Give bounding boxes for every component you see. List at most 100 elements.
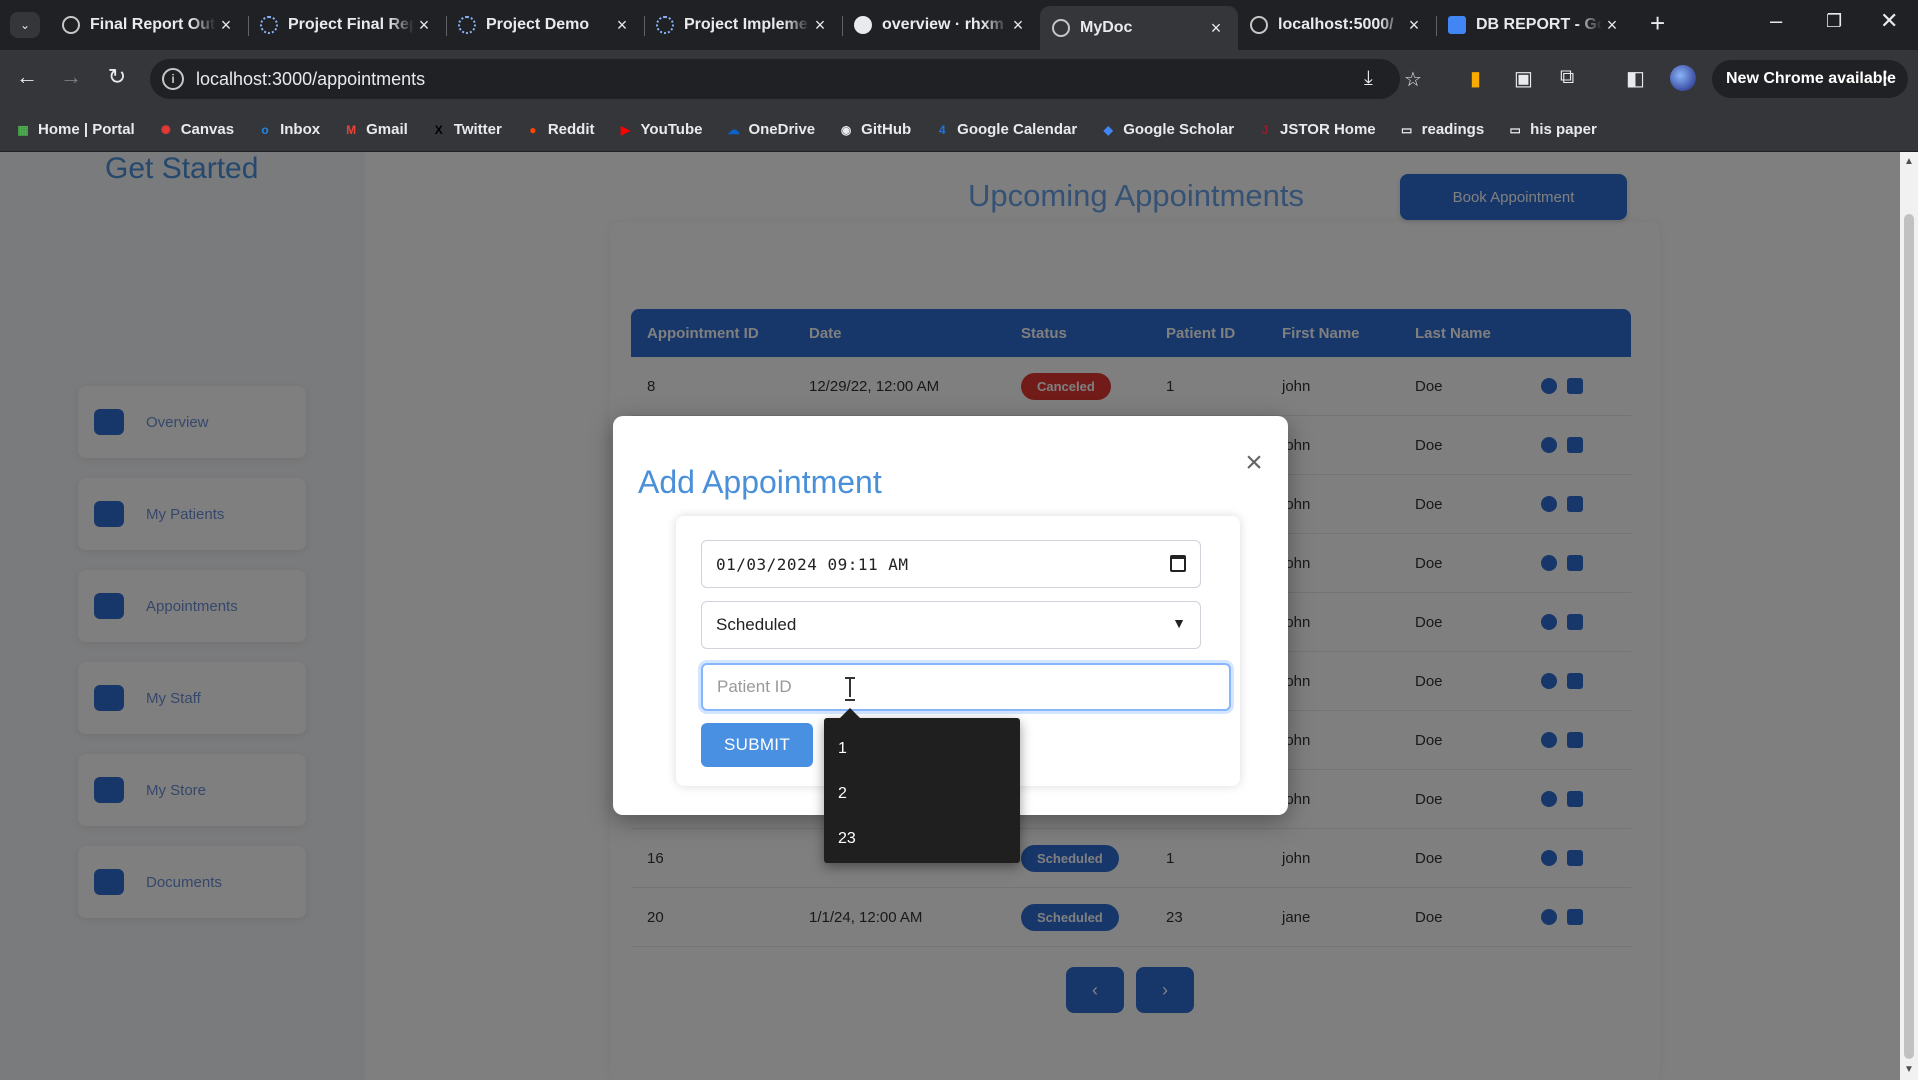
status-select[interactable]: Scheduled ▼ bbox=[701, 601, 1201, 649]
extensions-puzzle-icon[interactable]: ⧉ bbox=[1560, 66, 1574, 89]
bookmark-label: Gmail bbox=[366, 121, 408, 138]
globe-icon bbox=[1250, 16, 1268, 34]
portal-icon: ▦ bbox=[17, 122, 29, 137]
close-icon[interactable]: × bbox=[1241, 448, 1267, 478]
media-icon[interactable]: ▣ bbox=[1514, 66, 1533, 91]
text-cursor-icon bbox=[845, 677, 855, 701]
close-icon[interactable]: × bbox=[1206, 18, 1226, 39]
bookmark-item[interactable]: X Twitter bbox=[430, 121, 502, 139]
bookmark-label: JSTOR Home bbox=[1280, 121, 1376, 138]
bookmark-item[interactable]: ▭ readings bbox=[1398, 121, 1485, 139]
youtube-icon: ▶ bbox=[620, 122, 631, 137]
bookmark-item[interactable]: ✺ Canvas bbox=[157, 121, 234, 139]
bookmark-item[interactable]: 4 Google Calendar bbox=[933, 121, 1077, 139]
browser-tab[interactable]: DB REPORT - Go × bbox=[1436, 6, 1634, 44]
patient-id-suggestions: 1 2 23 bbox=[824, 708, 1020, 863]
bookmark-item[interactable]: o Inbox bbox=[256, 121, 320, 139]
browser-tab[interactable]: overview · rhxm × bbox=[842, 6, 1040, 44]
bookmark-label: Twitter bbox=[453, 121, 502, 138]
bookmark-label: Canvas bbox=[180, 121, 235, 138]
modal-title: Add Appointment bbox=[638, 464, 882, 500]
scholar-icon: ◆ bbox=[1103, 122, 1113, 137]
gear-icon bbox=[656, 16, 674, 34]
bookmark-star-icon[interactable]: ☆ bbox=[1404, 67, 1422, 92]
bookmark-item[interactable]: ● Reddit bbox=[524, 121, 594, 139]
more-menu-icon[interactable]: ⋮ bbox=[1876, 68, 1894, 89]
calendar-icon: 4 bbox=[938, 122, 946, 137]
bookmarks-bar: ▦ Home | Portal ✺ Canvas o Inbox M Gmail X Twitte… bbox=[0, 108, 1918, 152]
close-icon[interactable]: × bbox=[612, 15, 632, 36]
tab-title: Project Demo bbox=[486, 16, 590, 33]
scroll-up-icon[interactable]: ▲ bbox=[1904, 156, 1914, 167]
close-icon[interactable]: × bbox=[1404, 15, 1424, 36]
close-icon[interactable]: × bbox=[1008, 15, 1028, 36]
bookmark-item[interactable]: ◆ Google Scholar bbox=[1099, 121, 1234, 139]
browser-tab[interactable]: localhost:5000/ × bbox=[1238, 6, 1436, 44]
browser-tab[interactable]: MyDoc × bbox=[1040, 6, 1238, 50]
close-icon[interactable]: × bbox=[1602, 15, 1622, 36]
tab-title: Project Final Rep bbox=[288, 16, 414, 33]
new-tab-button[interactable]: + bbox=[1650, 8, 1665, 39]
bookmark-item[interactable]: ▶ YouTube bbox=[617, 121, 703, 139]
minimize-icon[interactable]: – bbox=[1770, 8, 1782, 34]
browser-tab[interactable]: Project Final Rep × bbox=[248, 6, 446, 44]
scroll-down-icon[interactable]: ▼ bbox=[1904, 1064, 1914, 1075]
bookmark-item[interactable]: ▭ his paper bbox=[1506, 121, 1597, 139]
jstor-icon: J bbox=[1261, 122, 1269, 137]
suggestion-item[interactable]: 2 bbox=[824, 771, 1020, 816]
bookmark-item[interactable]: ☁ OneDrive bbox=[724, 121, 815, 139]
docs-icon bbox=[1448, 16, 1466, 34]
tab-list: Final Report Out × Project Final Rep × Proje… bbox=[50, 6, 1634, 50]
bookmark-item[interactable]: ◉ GitHub bbox=[837, 121, 911, 139]
submit-button[interactable]: SUBMIT bbox=[701, 723, 813, 767]
browser-tab[interactable]: Project Demo × bbox=[446, 6, 644, 44]
globe-icon bbox=[62, 16, 80, 34]
github-icon: ◉ bbox=[840, 122, 852, 137]
chevron-down-icon: ⌄ bbox=[19, 18, 31, 32]
page-scrollbar[interactable]: ▲ ▼ bbox=[1900, 152, 1918, 1080]
tab-title: overview · rhxm bbox=[882, 16, 1004, 33]
calendar-icon[interactable] bbox=[1170, 555, 1186, 572]
browser-tab[interactable]: Project Impleme × bbox=[644, 6, 842, 44]
chrome-update-button[interactable]: New Chrome available ⋮ bbox=[1712, 60, 1908, 98]
scrollbar-thumb[interactable] bbox=[1904, 214, 1914, 1059]
bookmark-label: Google Scholar bbox=[1123, 121, 1235, 138]
install-app-icon[interactable]: ⤓ bbox=[1364, 67, 1373, 90]
close-icon[interactable]: × bbox=[414, 15, 434, 36]
github-icon bbox=[854, 16, 872, 34]
browser-toolbar: ← → ↻ i localhost:3000/appointments ⤓ ☆ … bbox=[0, 50, 1918, 108]
update-label: New Chrome available bbox=[1726, 70, 1896, 87]
datetime-value: 01/03/2024 09:11 AM bbox=[716, 554, 909, 574]
bookmark-label: readings bbox=[1421, 121, 1485, 138]
reload-icon[interactable]: ↻ bbox=[102, 64, 132, 90]
side-panel-icon[interactable]: ◧ bbox=[1626, 66, 1645, 91]
forward-icon[interactable]: → bbox=[56, 64, 86, 90]
bookmark-item[interactable]: ▦ Home | Portal bbox=[14, 121, 134, 139]
bookmark-item[interactable]: M Gmail bbox=[342, 121, 408, 139]
address-bar[interactable]: i localhost:3000/appointments ⤓ ☆ bbox=[150, 59, 1422, 99]
patient-id-field[interactable] bbox=[717, 677, 1215, 697]
patient-id-input[interactable] bbox=[701, 663, 1231, 711]
tab-strip: ⌄ Final Report Out × Project Final Rep × Pro… bbox=[0, 0, 1918, 50]
tab-title: Project Impleme bbox=[684, 16, 808, 33]
bookmark-label: GitHub bbox=[861, 121, 912, 138]
url-text[interactable]: localhost:3000/appointments bbox=[196, 69, 425, 90]
tab-title: MyDoc bbox=[1080, 19, 1133, 36]
tab-search-button[interactable]: ⌄ bbox=[10, 12, 40, 38]
browser-tab[interactable]: Final Report Out × bbox=[50, 6, 248, 44]
close-icon[interactable]: × bbox=[216, 15, 236, 36]
close-icon[interactable]: × bbox=[810, 15, 830, 36]
suggestion-item[interactable]: 23 bbox=[824, 816, 1020, 861]
close-window-icon[interactable]: ✕ bbox=[1880, 8, 1898, 34]
suggestion-item[interactable]: 1 bbox=[824, 726, 1020, 771]
extension-notes-icon[interactable]: ▮ bbox=[1470, 66, 1481, 91]
profile-avatar[interactable] bbox=[1670, 65, 1696, 91]
gmail-icon: M bbox=[346, 122, 357, 137]
datetime-input[interactable]: 01/03/2024 09:11 AM bbox=[701, 540, 1201, 588]
restore-icon[interactable]: ❐ bbox=[1826, 11, 1842, 32]
onedrive-icon: ☁ bbox=[727, 122, 740, 137]
globe-icon bbox=[1052, 19, 1070, 37]
back-icon[interactable]: ← bbox=[12, 64, 42, 90]
site-info-icon[interactable]: i bbox=[162, 68, 184, 90]
bookmark-item[interactable]: J JSTOR Home bbox=[1256, 121, 1376, 139]
